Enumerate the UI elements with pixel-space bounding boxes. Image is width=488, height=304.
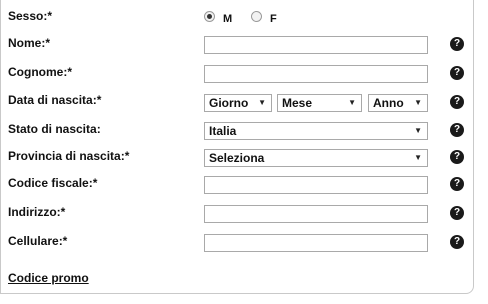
giorno-select-value: Giorno [209, 96, 249, 110]
chevron-down-icon: ▼ [414, 153, 422, 162]
cellulare-input[interactable] [204, 234, 428, 252]
nome-help-icon[interactable]: ? [450, 37, 464, 51]
mese-select[interactable]: Mese ▼ [277, 94, 362, 112]
cognome-label: Cognome:* [8, 65, 72, 79]
chevron-down-icon: ▼ [348, 98, 356, 107]
cellulare-label: Cellulare:* [8, 234, 68, 248]
gender-label: Sesso:* [8, 9, 53, 23]
indirizzo-label: Indirizzo:* [8, 205, 66, 219]
chevron-down-icon: ▼ [414, 98, 422, 107]
codice-fiscale-label: Codice fiscale:* [8, 176, 98, 190]
codice-fiscale-input[interactable] [204, 176, 428, 194]
codice-fiscale-help-icon[interactable]: ? [450, 177, 464, 191]
indirizzo-help-icon[interactable]: ? [450, 206, 464, 220]
cellulare-help-icon[interactable]: ? [450, 235, 464, 249]
codice-promo-link[interactable]: Codice promo [8, 271, 89, 285]
nome-input[interactable] [204, 36, 428, 54]
giorno-select[interactable]: Giorno ▼ [204, 94, 272, 112]
cognome-input[interactable] [204, 65, 428, 83]
indirizzo-input[interactable] [204, 205, 428, 223]
stato-nascita-select[interactable]: Italia ▼ [204, 122, 428, 140]
anno-select-value: Anno [373, 96, 404, 110]
gender-radio-f[interactable] [251, 11, 262, 22]
stato-nascita-help-icon[interactable]: ? [450, 123, 464, 137]
provincia-nascita-label: Provincia di nascita:* [8, 149, 130, 163]
data-nascita-label: Data di nascita:* [8, 93, 102, 107]
cognome-help-icon[interactable]: ? [450, 66, 464, 80]
stato-nascita-select-value: Italia [209, 124, 237, 138]
mese-select-value: Mese [282, 96, 313, 110]
chevron-down-icon: ▼ [258, 98, 266, 107]
provincia-nascita-select-value: Seleziona [209, 151, 265, 165]
gender-radio-m-label: M [223, 13, 233, 25]
provincia-nascita-select[interactable]: Seleziona ▼ [204, 149, 428, 167]
provincia-nascita-help-icon[interactable]: ? [450, 150, 464, 164]
anno-select[interactable]: Anno ▼ [368, 94, 428, 112]
stato-nascita-label: Stato di nascita: [8, 122, 101, 136]
chevron-down-icon: ▼ [414, 126, 422, 135]
nome-label: Nome:* [8, 36, 51, 50]
data-nascita-help-icon[interactable]: ? [450, 95, 464, 109]
gender-radio-m[interactable] [204, 11, 215, 22]
gender-radio-f-label: F [270, 13, 277, 25]
